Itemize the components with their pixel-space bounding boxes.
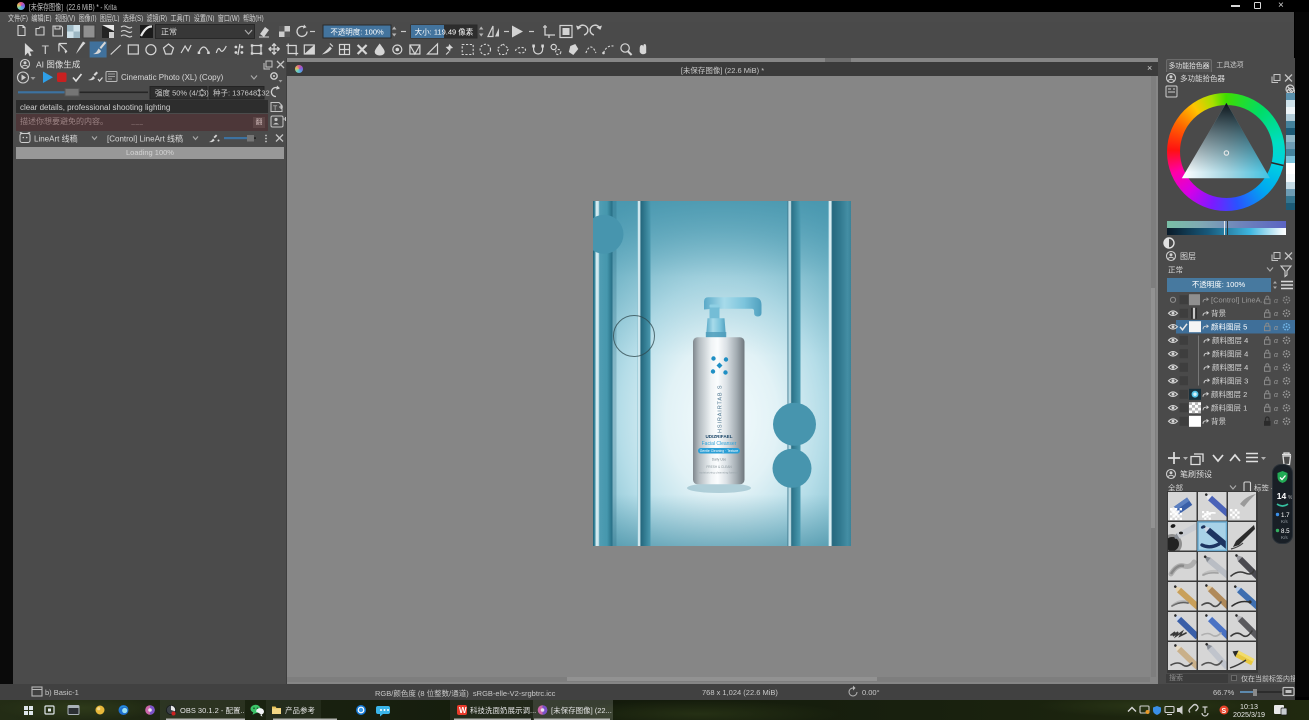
svg-text:UDIZRIFAEL: UDIZRIFAEL [705, 434, 732, 439]
svg-text:α: α [1274, 392, 1279, 399]
svg-text:科技洗面奶展示调...: 科技洗面奶展示调... [470, 705, 536, 715]
svg-text:2025/3/19: 2025/3/19 [1233, 710, 1265, 719]
svg-text:[Control] LineA...: [Control] LineA... [1211, 295, 1267, 304]
svg-text:背景: 背景 [1211, 416, 1227, 426]
svg-text:α: α [1274, 405, 1279, 412]
svg-text:K/s: K/s [1281, 519, 1288, 524]
svg-text:T: T [42, 43, 50, 57]
svg-text:颜料图层 4: 颜料图层 4 [1212, 362, 1248, 372]
svg-text:大小: 119.49 像素: 大小: 119.49 像素 [415, 26, 474, 36]
svg-text:强度 50% (4/13): 强度 50% (4/13) [155, 88, 209, 98]
svg-text:Cinematic Photo (XL) (Copy): Cinematic Photo (XL) (Copy) [121, 73, 224, 82]
svg-text:K/s: K/s [1281, 535, 1288, 540]
svg-text:α: α [1274, 378, 1279, 385]
svg-text:α: α [1274, 311, 1279, 318]
svg-text:α: α [1274, 338, 1279, 345]
svg-text:颜料图层 4: 颜料图层 4 [1212, 335, 1248, 345]
svg-text:8.5: 8.5 [1281, 528, 1290, 535]
svg-text:正常: 正常 [1168, 266, 1183, 275]
svg-text:颜料图层 2: 颜料图层 2 [1211, 389, 1247, 399]
svg-text:Facial Cleanser: Facial Cleanser [701, 441, 736, 447]
svg-text:颜料图层 1: 颜料图层 1 [1211, 402, 1247, 412]
svg-text:W: W [459, 706, 467, 715]
svg-text:不透明度: 100%: 不透明度: 100% [330, 26, 384, 36]
svg-text:正常: 正常 [161, 28, 177, 37]
svg-text:14: 14 [1276, 491, 1286, 501]
svg-text:S: S [1222, 708, 1227, 715]
svg-text:产品参考: 产品参考 [285, 705, 315, 715]
svg-text:笔刷预设: 笔刷预设 [1180, 469, 1212, 479]
svg-text:%: % [1288, 495, 1292, 501]
svg-text:背景: 背景 [1211, 308, 1227, 318]
svg-text:α: α [1274, 297, 1279, 304]
svg-text:颜料图层 5: 颜料图层 5 [1211, 321, 1247, 331]
svg-text:Gentle Cleaning · Texture: Gentle Cleaning · Texture [699, 449, 737, 453]
svg-text:颜料图层 3: 颜料图层 3 [1212, 375, 1248, 385]
svg-text:α: α [1274, 351, 1279, 358]
svg-text:颜料图层 4: 颜料图层 4 [1212, 348, 1248, 358]
svg-text:HSIRAIRTAB S: HSIRAIRTAB S [717, 384, 723, 433]
svg-text:α: α [1274, 365, 1279, 372]
svg-text:图层: 图层 [1180, 252, 1196, 261]
svg-text:多功能拾色器: 多功能拾色器 [1180, 73, 1225, 83]
svg-text:T: T [273, 106, 278, 113]
svg-text:OBS 30.1.2 - 配置..: OBS 30.1.2 - 配置.. [180, 706, 245, 715]
svg-text:moisturizing cleansing formula: moisturizing cleansing formula [698, 470, 739, 474]
svg-text:FRESH & CLEAN: FRESH & CLEAN [706, 465, 732, 469]
svg-text:1.7: 1.7 [1281, 512, 1290, 519]
svg-text:α: α [1274, 419, 1279, 426]
svg-text:[未保存图像] (22...: [未保存图像] (22... [551, 705, 612, 715]
svg-text:LineArt 线稿: LineArt 线稿 [34, 134, 78, 144]
svg-text:[Control] LineArt 线稿: [Control] LineArt 线稿 [107, 134, 183, 144]
svg-text:AI 图像生成: AI 图像生成 [36, 60, 81, 70]
svg-text:Daily Use: Daily Use [711, 457, 726, 461]
svg-text:种子: 137648132: 种子: 137648132 [213, 88, 270, 98]
